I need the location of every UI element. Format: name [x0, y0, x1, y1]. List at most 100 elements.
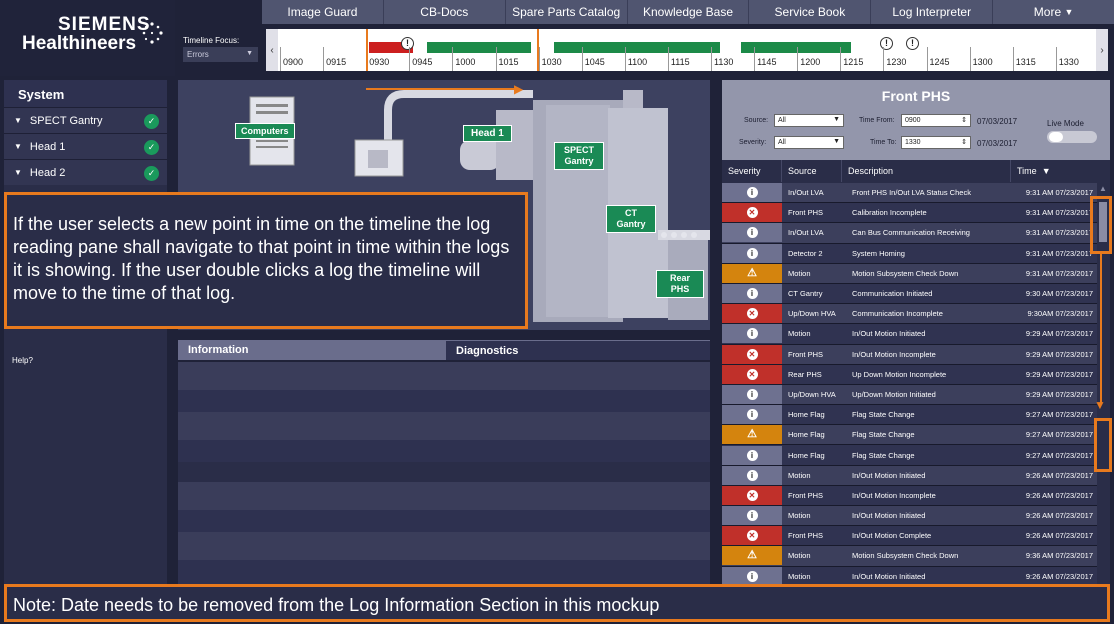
timeline-tick-line	[797, 47, 799, 71]
log-row[interactable]: i In/Out LVA Can Bus Communication Receivi…	[722, 223, 1097, 244]
log-row[interactable]: i Motion In/Out Motion Initiated 9:29 AM 07…	[722, 324, 1097, 345]
diagram-label-head-1[interactable]: Head 1	[463, 125, 512, 142]
nav-tab-service-book[interactable]: Service Book	[749, 0, 872, 24]
log-time-cell: 9:27 AM 07/23/2017	[1011, 430, 1097, 439]
diagram-label-rear-phs[interactable]: Rear PHS	[656, 270, 704, 298]
tab-information[interactable]: Information	[178, 340, 446, 360]
log-row[interactable]: ⚠ Motion Motion Subsystem Check Down 9:36 A…	[722, 546, 1097, 567]
log-row[interactable]: ✕ Front PHS In/Out Motion Incomplete 9:26 A…	[722, 485, 1097, 506]
log-row[interactable]: ✕ Front PHS In/Out Motion Complete 9:26 AM …	[722, 526, 1097, 547]
log-row[interactable]: ⚠ Home Flag Flag State Change 9:27 AM 07/23…	[722, 425, 1097, 446]
check-icon: ✓	[144, 114, 159, 129]
log-row[interactable]: i Detector 2 System Homing 9:31 AM 07/23/20…	[722, 243, 1097, 264]
log-description: Flag State Change	[852, 430, 915, 440]
log-time-cell: 9:29 AM 07/23/2017	[1011, 390, 1097, 399]
center-tabs: Information Diagnostics	[178, 340, 710, 360]
time-to-label: Time To:	[870, 139, 897, 146]
log-row[interactable]: i Motion In/Out Motion Initiated 9:26 AM 07…	[722, 465, 1097, 486]
nav-tab-more[interactable]: More ▼	[993, 0, 1114, 24]
diagram-label-computers[interactable]: Computers	[235, 123, 295, 139]
nav-tab-spare-parts[interactable]: Spare Parts Catalog	[506, 0, 628, 24]
log-time-cell: 9:26 AM 07/23/2017	[1011, 511, 1097, 520]
nav-tab-image-guard[interactable]: Image Guard	[262, 0, 384, 24]
info-row	[178, 440, 710, 462]
timeline-tick-label: 1030	[541, 57, 562, 67]
log-source: Up/Down HVA	[788, 309, 836, 319]
nav-tab-log-interpreter[interactable]: Log Interpreter	[871, 0, 994, 24]
time-from-label: Time From:	[859, 117, 895, 124]
timeline-ok-segment[interactable]	[554, 42, 720, 53]
log-source: Home Flag	[788, 410, 825, 420]
source-select[interactable]: All ▼	[774, 114, 844, 127]
column-time[interactable]: Time ▼	[1011, 160, 1097, 182]
timeline-focus-select[interactable]: Errors ▼	[183, 47, 258, 62]
log-time: 9:26 AM	[1025, 571, 1054, 581]
timeline[interactable]: ‹ ! ! ! 0900 0915 0930 0945 1000 1015 1030 1045…	[266, 29, 1108, 71]
log-row[interactable]: i Motion In/Out Motion Initiated 9:26 AM 07…	[722, 506, 1097, 527]
log-source: Up/Down HVA	[788, 389, 836, 399]
column-source[interactable]: Source	[782, 160, 842, 182]
log-row[interactable]: ✕ Rear PHS Up Down Motion Incomplete 9:29 A…	[722, 364, 1097, 385]
log-date: 07/23/2017	[1055, 268, 1093, 278]
tab-diagnostics[interactable]: Diagnostics	[446, 340, 710, 360]
log-row[interactable]: ⚠ Motion Motion Subsystem Check Down 9:31 A…	[722, 263, 1097, 284]
timeline-prev-button[interactable]: ‹	[266, 29, 278, 71]
log-row[interactable]: i Home Flag Flag State Change 9:27 AM 07/23…	[722, 445, 1097, 466]
timeline-info-marker-icon[interactable]: !	[906, 37, 919, 50]
timeline-next-button[interactable]: ›	[1096, 29, 1108, 71]
source-value: All	[778, 117, 786, 124]
help-link[interactable]: Help?	[12, 356, 33, 365]
timeline-info-marker-icon[interactable]: !	[880, 37, 893, 50]
sidebar-item-head-1[interactable]: ▼ Head 1 ✓	[4, 133, 167, 159]
log-time: 9:29 AM	[1025, 369, 1054, 379]
info-icon: i	[746, 469, 758, 481]
severity-select[interactable]: All ▼	[774, 136, 844, 149]
sidebar-item-spect-gantry[interactable]: ▼ SPECT Gantry ✓	[4, 107, 167, 133]
column-severity[interactable]: Severity	[722, 160, 782, 182]
log-row[interactable]: i Home Flag Flag State Change 9:27 AM 07/23…	[722, 405, 1097, 426]
top-nav: Image Guard CB-Docs Spare Parts Catalog …	[262, 0, 1114, 24]
log-date: 07/23/2017	[1055, 571, 1093, 581]
timeline-tick-line	[883, 47, 885, 71]
nav-tab-cb-docs[interactable]: CB-Docs	[384, 0, 506, 24]
sidebar-item-head-2[interactable]: ▼ Head 2 ✓	[4, 159, 167, 185]
date-from: 07/03/2017	[977, 117, 1018, 126]
log-row[interactable]: i Up/Down HVA Up/Down Motion Initiated 9:29…	[722, 384, 1097, 406]
log-column-header: Severity Source Description Time ▼	[722, 160, 1097, 182]
arrow-down-icon: ▼	[1094, 398, 1106, 412]
live-mode-toggle[interactable]	[1047, 131, 1097, 143]
diagram-label-spect-gantry[interactable]: SPECT Gantry	[554, 142, 604, 170]
log-date: 07/23/2017	[1055, 349, 1093, 359]
timeline-info-marker-icon[interactable]: !	[401, 37, 414, 50]
log-time: 9:36 AM	[1025, 551, 1054, 561]
column-description[interactable]: Description	[842, 160, 1011, 182]
info-icon: i	[746, 247, 758, 259]
log-date: 07/23/2017	[1055, 490, 1093, 500]
diagram-label-text: Computers	[241, 126, 289, 136]
log-row[interactable]: ✕ Up/Down HVA Communication Incomplete 9:30…	[722, 304, 1097, 325]
log-time-cell: 9:27 AM 07/23/2017	[1011, 410, 1097, 419]
log-row[interactable]: i CT Gantry Communication Initiated 9:30 AM…	[722, 283, 1097, 305]
log-time-cell: 9:31 AM 07/23/2017	[1011, 208, 1097, 217]
log-time: 9:30AM	[1027, 309, 1054, 319]
timeline-focus-label: Timeline Focus:	[183, 36, 240, 45]
time-from-input[interactable]: 0900 ⇕	[901, 114, 971, 127]
log-time: 9:29 AM	[1025, 389, 1054, 399]
timeline-ok-segment[interactable]	[741, 42, 851, 53]
log-description: Motion Subsystem Check Down	[852, 551, 959, 561]
log-time-cell: 9:31 AM 07/23/2017	[1011, 188, 1097, 197]
timeline-tick-label: 1000	[455, 57, 476, 67]
time-to-input[interactable]: 1330 ⇕	[901, 136, 971, 149]
log-row[interactable]: ✕ Front PHS Calibration Incomplete 9:31 AM …	[722, 203, 1097, 224]
nav-tab-knowledge-base[interactable]: Knowledge Base	[628, 0, 750, 24]
timeline-ok-segment[interactable]	[427, 42, 531, 53]
log-row[interactable]: ✕ Front PHS In/Out Motion Incomplete 9:29 A…	[722, 344, 1097, 365]
log-source: Home Flag	[788, 450, 825, 460]
log-row[interactable]: i In/Out LVA Front PHS In/Out LVA Status C…	[722, 183, 1097, 204]
scroll-up-icon[interactable]: ▲	[1099, 184, 1107, 193]
timeline-cursor-marker[interactable]	[366, 29, 368, 71]
log-time: 9:27 AM	[1025, 430, 1054, 440]
timeline-cursor-marker[interactable]	[537, 29, 539, 71]
timeline-tick-line	[624, 47, 626, 71]
diagram-label-ct-gantry[interactable]: CT Gantry	[606, 205, 656, 233]
